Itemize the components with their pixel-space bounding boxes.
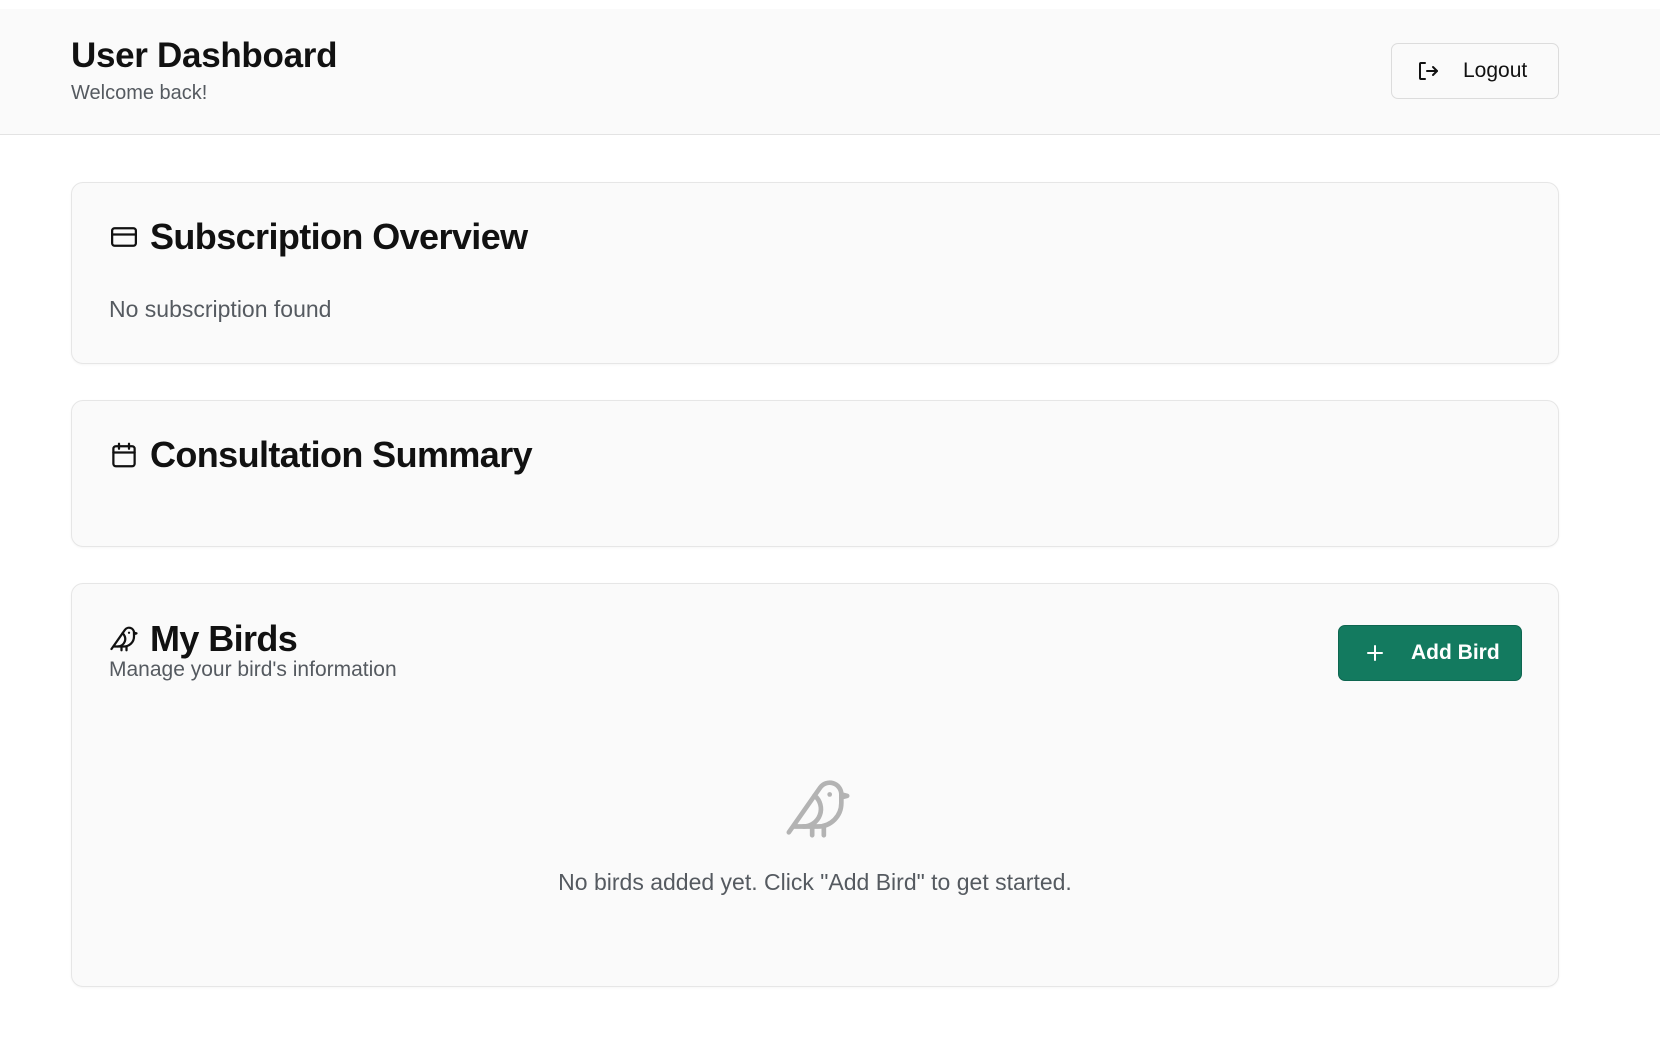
logout-label: Logout [1463, 59, 1528, 82]
consultation-heading: Consultation Summary [109, 434, 533, 476]
subscription-card: Subscription Overview No subscription fo… [71, 182, 1559, 364]
birds-title: My Birds [150, 618, 298, 659]
welcome-text: Welcome back! [71, 82, 208, 104]
birds-card: My Birds Manage your bird's information … [71, 583, 1559, 987]
app-header: User Dashboard Welcome back! Logout [0, 9, 1660, 135]
add-bird-button[interactable]: Add Bird [1338, 625, 1522, 681]
calendar-icon [109, 440, 139, 470]
logout-icon [1416, 59, 1440, 83]
subscription-empty-message: No subscription found [109, 296, 332, 322]
bird-icon [109, 624, 139, 654]
birds-empty-message: No birds added yet. Click "Add Bird" to … [558, 869, 1072, 895]
plus-icon [1363, 641, 1387, 665]
consultation-card: Consultation Summary [71, 400, 1559, 547]
subscription-heading: Subscription Overview [109, 216, 528, 258]
subscription-title: Subscription Overview [150, 216, 528, 257]
page-title: User Dashboard [71, 36, 338, 75]
logout-button[interactable]: Logout [1391, 43, 1559, 99]
empty-bird-icon [783, 774, 853, 844]
credit-card-icon [109, 222, 139, 252]
birds-heading: My Birds [109, 618, 298, 660]
add-bird-label: Add Bird [1411, 641, 1500, 664]
birds-subtitle: Manage your bird's information [109, 658, 397, 681]
consultation-title: Consultation Summary [150, 434, 533, 475]
